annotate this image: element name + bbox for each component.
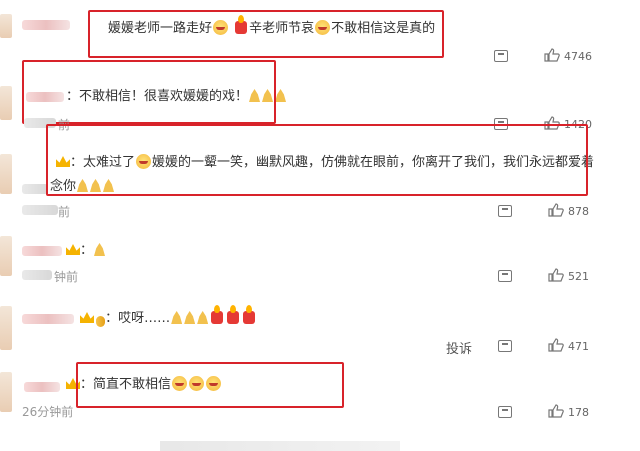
thumbs-up-icon[interactable] xyxy=(544,48,560,62)
highlight-box xyxy=(22,60,276,124)
highlight-box xyxy=(88,10,444,58)
avatar[interactable] xyxy=(0,306,12,350)
candle-emoji xyxy=(211,305,224,324)
thumbs-up-icon[interactable] xyxy=(548,203,564,217)
like-count: 178 xyxy=(568,406,589,419)
avatar[interactable] xyxy=(0,14,12,38)
thumbs-up-icon[interactable] xyxy=(548,338,564,352)
candle-emoji xyxy=(227,305,240,324)
username-blurred[interactable] xyxy=(22,314,74,324)
timestamp: 钟前 xyxy=(54,270,79,284)
username-blurred[interactable] xyxy=(22,20,70,30)
share-icon[interactable] xyxy=(494,50,508,62)
timestamp: 26分钟前 xyxy=(22,405,74,419)
praying-hands-emoji xyxy=(184,311,196,324)
timestamp-blurred xyxy=(22,270,52,280)
like-count: 521 xyxy=(568,270,589,283)
highlight-box xyxy=(76,362,344,408)
thumbs-up-icon[interactable] xyxy=(548,268,564,282)
like-count: 878 xyxy=(568,205,589,218)
timestamp: 前 xyxy=(58,205,71,219)
share-icon[interactable] xyxy=(498,406,512,418)
username-blurred[interactable] xyxy=(24,382,60,392)
crown-badge-icon xyxy=(66,244,80,255)
comment-text: ：哎呀…… xyxy=(80,305,257,328)
username-blurred[interactable] xyxy=(22,184,48,194)
praying-hands-emoji xyxy=(275,89,287,102)
vip-level-badge xyxy=(96,316,106,327)
avatar[interactable] xyxy=(0,372,12,412)
like-count: 471 xyxy=(568,340,589,353)
report-link[interactable]: 投诉 xyxy=(446,338,472,357)
praying-hands-emoji xyxy=(197,311,209,324)
share-icon[interactable] xyxy=(498,270,512,282)
truncated-footer-text xyxy=(160,441,400,451)
username-blurred[interactable] xyxy=(22,246,62,256)
praying-hands-emoji xyxy=(94,243,106,256)
timestamp-blurred xyxy=(22,205,58,215)
praying-hands-emoji xyxy=(171,311,183,324)
comment-text: ： xyxy=(66,242,106,260)
candle-emoji xyxy=(243,305,256,324)
avatar[interactable] xyxy=(0,86,12,120)
like-count: 4746 xyxy=(564,50,592,63)
thumbs-up-icon[interactable] xyxy=(548,404,564,418)
avatar[interactable] xyxy=(0,154,12,194)
share-icon[interactable] xyxy=(498,340,512,352)
avatar[interactable] xyxy=(0,236,12,276)
share-icon[interactable] xyxy=(498,205,512,217)
crown-badge-icon xyxy=(80,312,94,323)
highlight-box xyxy=(46,124,588,196)
